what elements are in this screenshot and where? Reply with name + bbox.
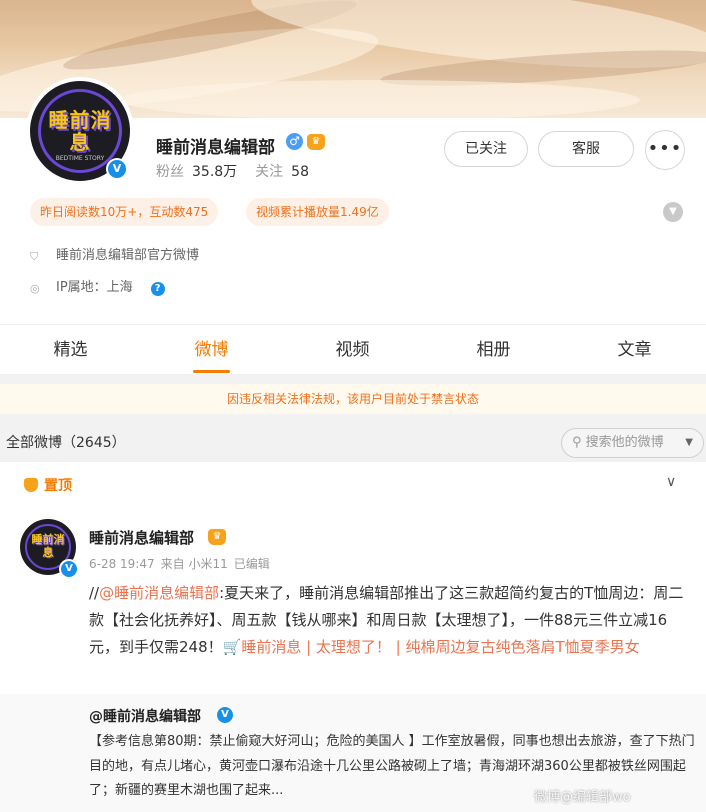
tab-weibo[interactable]: 微博	[141, 325, 282, 375]
profile-page: 睡前消息 BEDTIME STORY V 睡前消息编辑部 ♂ ♛ 粉丝 35.8万…	[0, 0, 706, 812]
retweet-verified-icon: V	[216, 706, 234, 724]
retweet-author[interactable]: @睡前消息编辑部	[89, 706, 201, 726]
official-text: 睡前消息编辑部官方微博	[56, 248, 200, 263]
pinned-post-card: 置顶 ∨ 睡前消息 V 睡前消息编辑部 ♛ 6-28 19:47 来自 小米11 已…	[0, 462, 706, 812]
dropdown-caret-icon[interactable]: ▼	[685, 429, 693, 457]
ip-location-icon: ◎	[30, 282, 40, 295]
profile-tabs: 精选 微博 视频 相册 文章	[0, 324, 706, 374]
post-source: 来自 小米11	[160, 557, 228, 571]
follow-label: 关注	[255, 164, 284, 180]
profile-name: 睡前消息编辑部	[156, 138, 275, 158]
tab-album[interactable]: 相册	[423, 325, 564, 375]
verified-icon: V	[106, 158, 128, 180]
vip-crown-icon: ♛	[307, 134, 325, 150]
tab-featured[interactable]: 精选	[0, 325, 141, 375]
ip-info-row: ◎ IP属地：上海?	[30, 276, 165, 296]
follow-count[interactable]: 58	[291, 164, 309, 180]
more-options-button[interactable]: •••	[645, 130, 685, 170]
chevron-down-icon[interactable]: ∨	[666, 474, 676, 490]
expand-chevron-icon[interactable]: ▼	[663, 202, 683, 222]
video-stats-badge: 视频累计播放量1.49亿	[246, 198, 389, 226]
search-input[interactable]: ⚲ 搜索他的微博 ▼	[561, 428, 704, 458]
pinned-label: 置顶	[24, 475, 72, 495]
post-time[interactable]: 6-28 19:47	[89, 557, 155, 571]
profile-stats: 粉丝 35.8万 关注 58	[156, 161, 309, 181]
official-info-row: ⛉ 睡前消息编辑部官方微博	[30, 244, 199, 263]
avatar-logo-text: 睡前消息	[48, 108, 112, 154]
weibo-watermark: 微博@编辑部wo	[534, 790, 631, 805]
avatar-logo-subtext: BEDTIME STORY	[55, 155, 105, 162]
post-meta: 6-28 19:47 来自 小米11 已编辑	[89, 555, 270, 572]
customer-service-button[interactable]: 客服	[538, 131, 634, 167]
post-author[interactable]: 睡前消息编辑部	[89, 527, 194, 548]
search-icon: ⚲	[572, 435, 582, 450]
shop-link[interactable]: 🛒睡前消息 | 太理想了！ | 纯棉周边复古纯色落肩T恤夏季男女	[223, 638, 640, 656]
male-icon: ♂	[286, 133, 303, 150]
tab-articles[interactable]: 文章	[564, 325, 705, 375]
help-icon[interactable]: ?	[150, 282, 165, 296]
read-stats-badge: 昨日阅读数10万+，互动数475	[30, 198, 219, 226]
post-body: //@睡前消息编辑部:夏天来了，睡前消息编辑部推出了这三款超简约复古的T恤周边：…	[89, 584, 684, 656]
search-placeholder: 搜索他的微博	[585, 435, 664, 450]
fans-label: 粉丝	[156, 164, 184, 180]
active-tab-indicator	[193, 370, 230, 373]
mention-link[interactable]: @睡前消息编辑部	[99, 584, 219, 602]
fans-count[interactable]: 35.8万	[192, 164, 237, 180]
post-edited[interactable]: 已编辑	[234, 557, 270, 571]
post-verified-icon: V	[59, 559, 79, 579]
all-posts-count: 全部微博（2645）	[6, 435, 126, 451]
post-vip-crown-icon: ♛	[208, 529, 226, 545]
followed-button[interactable]: 已关注	[444, 131, 528, 167]
ban-notice: 因违反相关法律法规，该用户目前处于禁言状态	[0, 384, 706, 414]
ip-text: IP属地：上海	[56, 280, 133, 295]
tab-video[interactable]: 视频	[282, 325, 423, 375]
pin-icon	[24, 478, 38, 492]
shield-icon: ⛉	[30, 250, 39, 263]
